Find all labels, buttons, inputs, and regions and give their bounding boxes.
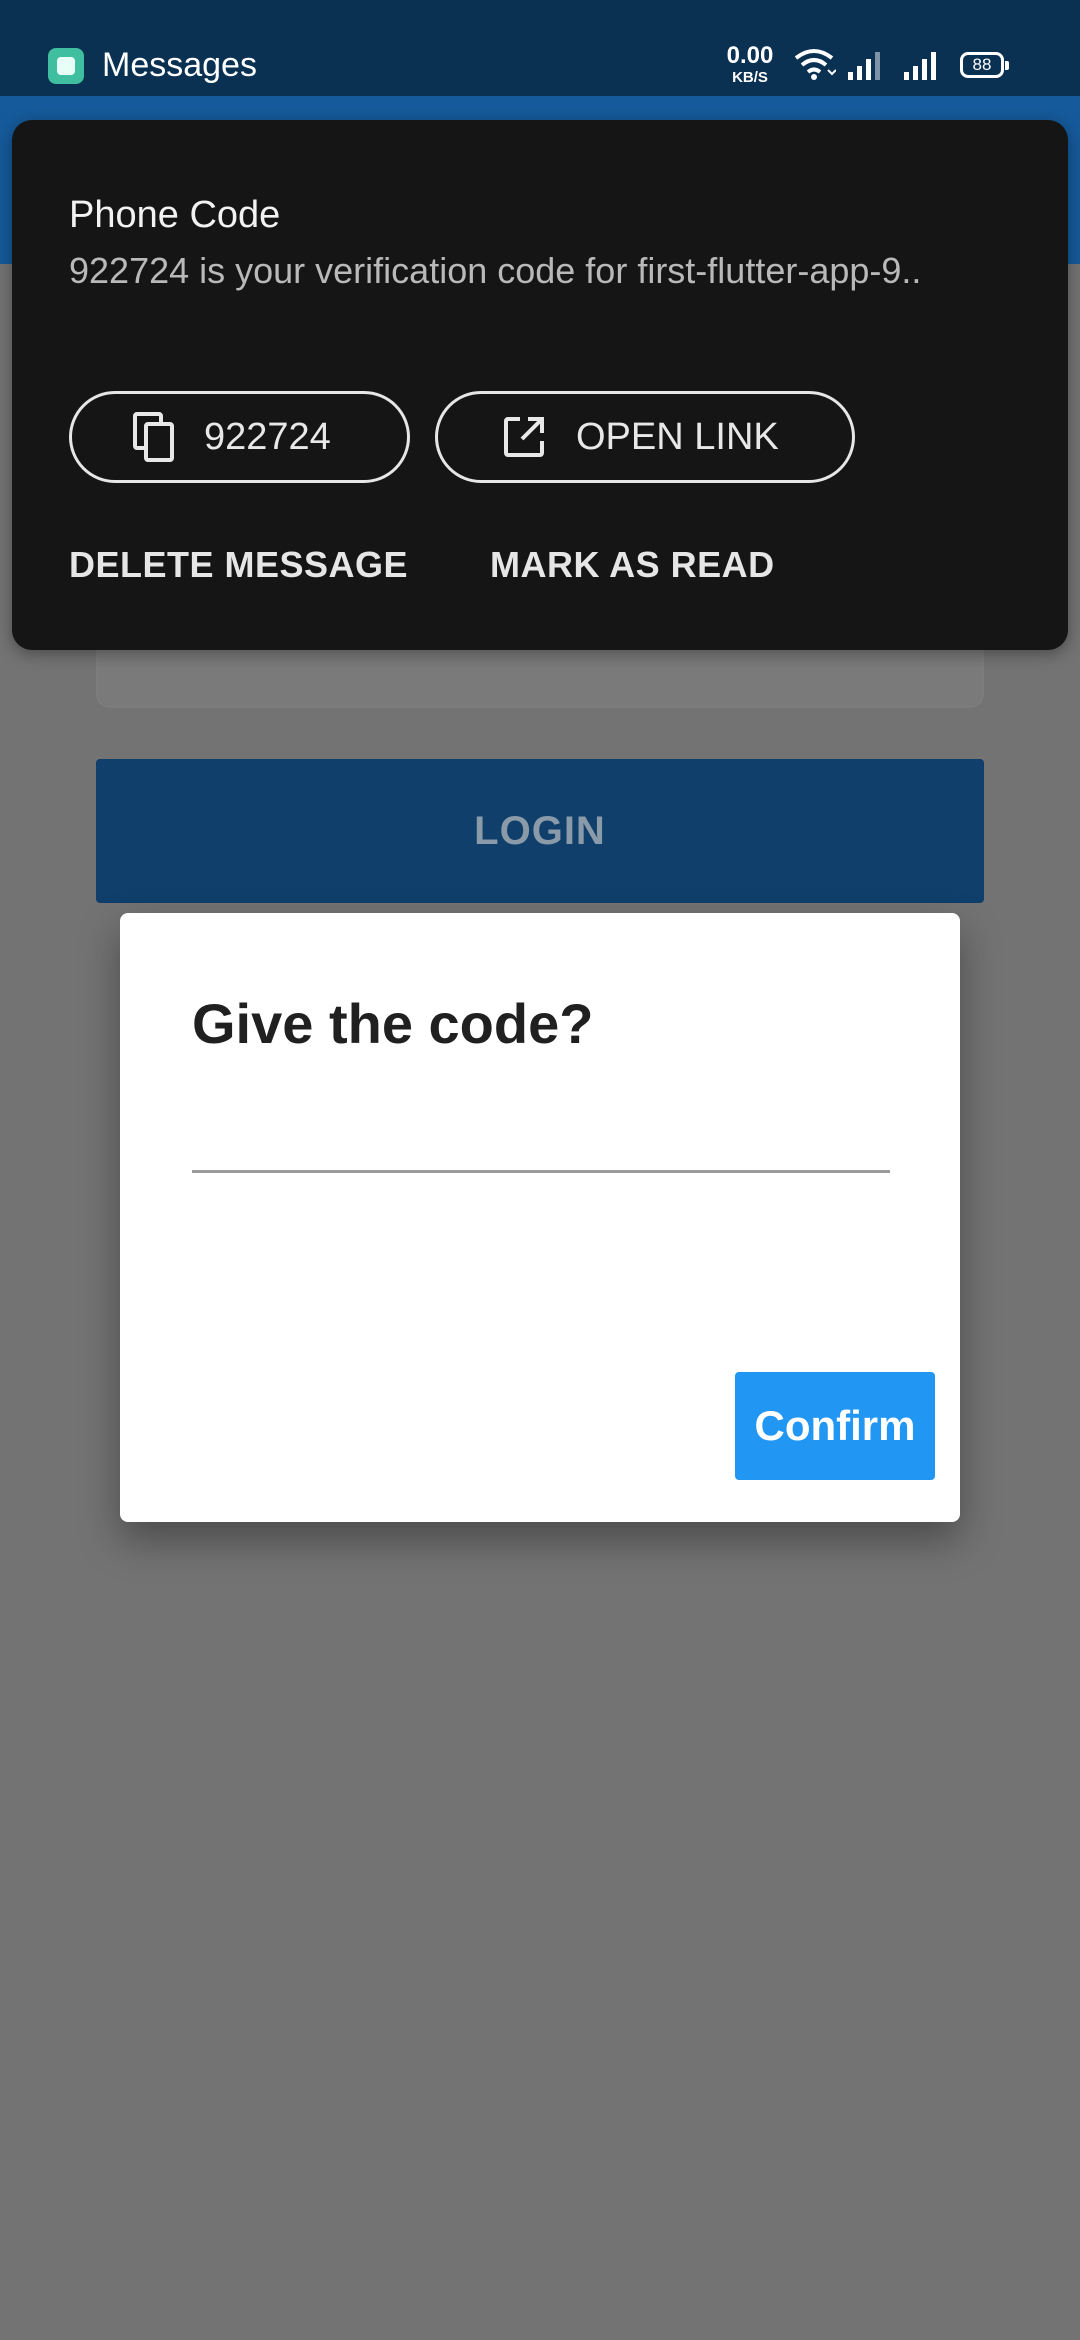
wifi-icon: [794, 49, 836, 80]
network-speed: 0.00 KB/S: [720, 42, 780, 86]
status-bar: Messages 0.00 KB/S 88: [0, 0, 1080, 96]
delete-message-button[interactable]: DELETE MESSAGE: [69, 544, 408, 586]
dialog-title: Give the code?: [192, 992, 594, 1055]
login-button[interactable]: LOGIN: [96, 759, 984, 903]
code-input[interactable]: [192, 1083, 890, 1173]
open-link-icon: [504, 417, 544, 457]
copy-code-chip[interactable]: 922724: [69, 391, 410, 483]
notification-body: 922724 is your verification code for fir…: [69, 250, 922, 291]
battery-icon: 88: [960, 52, 1009, 78]
status-app-name: Messages: [102, 46, 257, 84]
open-link-chip[interactable]: OPEN LINK: [435, 391, 855, 483]
network-speed-unit: KB/S: [732, 69, 768, 86]
code-dialog: Give the code? Confirm: [120, 913, 960, 1522]
signal-icon: [848, 52, 880, 80]
messages-app-icon: [48, 48, 84, 84]
network-speed-value: 0.00: [726, 42, 774, 69]
mark-as-read-button[interactable]: MARK AS READ: [490, 544, 775, 586]
copy-code-label: 922724: [204, 415, 331, 458]
heads-up-notification[interactable]: Phone Code 922724 is your verification c…: [12, 120, 1068, 650]
signal-icon: [904, 52, 936, 80]
open-link-label: OPEN LINK: [576, 415, 779, 458]
notification-title: Phone Code: [69, 194, 281, 236]
confirm-button[interactable]: Confirm: [735, 1372, 935, 1480]
copy-icon: [133, 412, 174, 462]
